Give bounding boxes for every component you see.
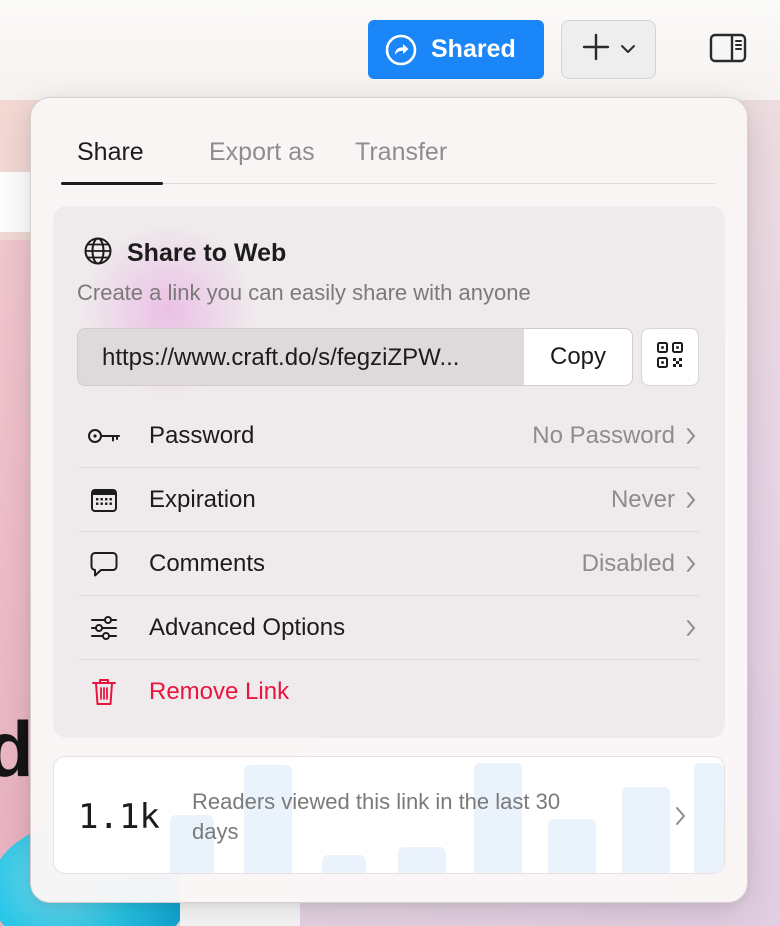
popover-tabs: Share Export as Transfer xyxy=(61,134,715,185)
share-options-list: Password No Password Expiration Never Co… xyxy=(79,404,699,724)
option-label: Advanced Options xyxy=(149,613,346,641)
option-comments[interactable]: Comments Disabled xyxy=(79,532,699,596)
key-icon xyxy=(87,419,121,453)
stats-bar xyxy=(694,763,724,873)
canvas-heading-fragment: d xyxy=(0,705,34,793)
copy-link-button[interactable]: Copy xyxy=(524,329,632,385)
readers-count: 1.1k xyxy=(78,797,160,837)
option-value: Never xyxy=(610,485,675,513)
share-popover: Share Export as Transfer Share to Web Cr… xyxy=(30,97,748,903)
option-remove-link[interactable]: Remove Link xyxy=(79,660,699,724)
option-expiration[interactable]: Expiration Never xyxy=(79,468,699,532)
tab-share[interactable]: Share xyxy=(77,138,144,167)
chevron-right-icon xyxy=(685,554,699,574)
plus-icon xyxy=(582,33,610,66)
share-link-field[interactable]: https://www.craft.do/s/fegziZPW... Copy xyxy=(77,328,633,386)
sliders-icon xyxy=(87,611,121,645)
share-arrow-icon xyxy=(385,34,417,66)
card-description: Create a link you can easily share with … xyxy=(77,280,531,305)
chevron-right-icon xyxy=(674,805,688,827)
sidebar-toggle-button[interactable] xyxy=(706,30,750,70)
sidebar-toggle-icon xyxy=(709,33,747,68)
option-label: Expiration xyxy=(149,485,256,513)
stats-bar xyxy=(322,855,366,873)
stats-bar xyxy=(398,847,446,873)
comment-icon xyxy=(87,547,121,581)
qr-code-button[interactable] xyxy=(641,328,699,386)
share-link-url[interactable]: https://www.craft.do/s/fegziZPW... xyxy=(102,344,522,372)
trash-icon xyxy=(87,675,121,709)
globe-icon xyxy=(83,236,113,271)
add-menu-button[interactable] xyxy=(561,20,656,79)
tab-transfer[interactable]: Transfer xyxy=(355,138,447,167)
chevron-right-icon xyxy=(685,426,699,446)
chevron-right-icon xyxy=(685,618,699,638)
option-value: No Password xyxy=(532,421,675,449)
share-to-web-card: Share to Web Create a link you can easil… xyxy=(53,206,725,738)
option-value: Disabled xyxy=(581,549,675,577)
chevron-down-icon xyxy=(620,41,636,59)
tab-export-as[interactable]: Export as xyxy=(209,138,315,167)
option-advanced[interactable]: Advanced Options xyxy=(79,596,699,660)
option-password[interactable]: Password No Password xyxy=(79,404,699,468)
readers-description: Readers viewed this link in the last 30 … xyxy=(192,789,561,844)
shared-button[interactable]: Shared xyxy=(368,20,544,79)
calendar-icon xyxy=(87,483,121,517)
card-header: Share to Web xyxy=(83,236,286,271)
card-title: Share to Web xyxy=(127,239,287,267)
shared-button-label: Shared xyxy=(431,35,516,63)
chevron-right-icon xyxy=(685,490,699,510)
option-label: Password xyxy=(149,421,255,449)
option-label: Comments xyxy=(149,549,266,577)
stats-bar xyxy=(622,787,670,873)
active-tab-indicator xyxy=(61,182,163,185)
readers-stats-card[interactable]: 1.1k Readers viewed this link in the las… xyxy=(53,756,725,874)
option-label: Remove Link xyxy=(149,678,290,705)
qr-code-icon xyxy=(656,341,684,374)
